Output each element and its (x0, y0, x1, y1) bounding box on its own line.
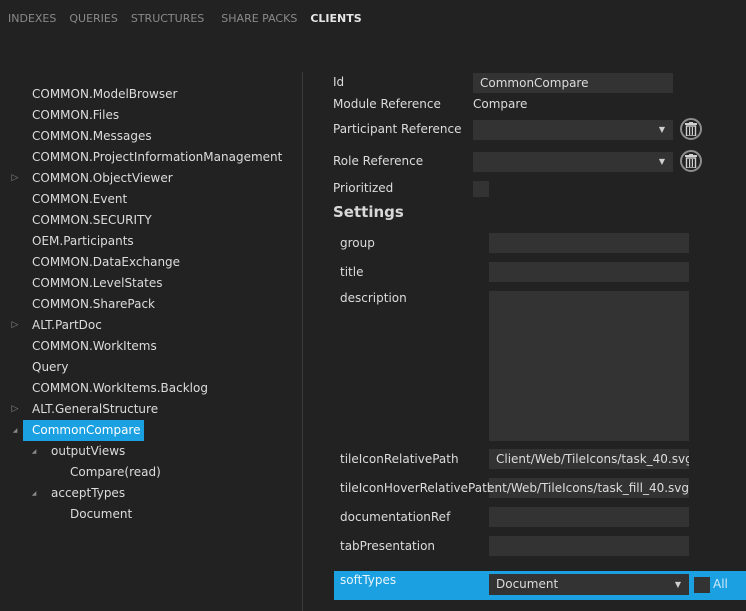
collapse-arrow-icon[interactable]: ◢ (29, 441, 39, 462)
tab-presentation-input[interactable] (489, 536, 689, 556)
tree-item[interactable]: ◢ CommonCompare (0, 420, 300, 441)
tile-icon-hover-value: Client/Web/TileIcons/task_fill_40.svg (489, 481, 689, 495)
tree-item[interactable]: ▷ ALT.GeneralStructure (0, 399, 300, 420)
chevron-down-icon: ▼ (658, 157, 665, 166)
soft-types-all-label: All (713, 577, 728, 591)
tab-indexes[interactable]: INDEXES (8, 12, 56, 25)
prioritized-label: Prioritized (333, 181, 394, 195)
prioritized-checkbox[interactable] (473, 181, 489, 197)
tree-item-label[interactable]: COMMON.Files (32, 105, 122, 126)
tree-item[interactable]: COMMON.LevelStates (0, 273, 300, 294)
tree-item[interactable]: COMMON.Event (0, 189, 300, 210)
group-label: group (340, 236, 375, 250)
tree-item-label[interactable]: COMMON.SharePack (32, 294, 158, 315)
tree-item[interactable]: COMMON.ModelBrowser (0, 84, 300, 105)
chevron-down-icon: ▼ (658, 125, 665, 134)
title-input[interactable] (489, 262, 689, 282)
pane-divider[interactable] (302, 72, 303, 611)
description-textarea[interactable] (489, 291, 689, 441)
top-nav: INDEXES QUERIES STRUCTURES SHARE PACKS C… (8, 12, 375, 25)
title-label: title (340, 265, 364, 279)
tile-icon-hover-relative-path-label: tileIconHoverRelativePath (340, 481, 495, 495)
tab-clients[interactable]: CLIENTS (310, 12, 361, 25)
tree-item-label[interactable]: COMMON.Event (32, 189, 130, 210)
tree-item-label[interactable]: COMMON.Messages (32, 126, 155, 147)
tree-item[interactable]: COMMON.SECURITY (0, 210, 300, 231)
collapse-arrow-icon[interactable]: ◢ (29, 483, 39, 504)
delete-role-reference-button[interactable] (680, 150, 702, 172)
tree-item-label[interactable]: COMMON.ModelBrowser (32, 84, 180, 105)
tree-item-label[interactable]: CommonCompare (23, 420, 145, 441)
tree-item[interactable]: COMMON.SharePack (0, 294, 300, 315)
tree-item[interactable]: ▷ COMMON.ObjectViewer (0, 168, 300, 189)
tree-item[interactable]: COMMON.Messages (0, 126, 300, 147)
tree-item-label[interactable]: acceptTypes (51, 483, 128, 504)
delete-participant-reference-button[interactable] (680, 118, 702, 140)
trash-icon (685, 154, 697, 168)
tile-icon-relative-path-label: tileIconRelativePath (340, 452, 459, 466)
tree-item-label[interactable]: COMMON.ObjectViewer (32, 168, 176, 189)
tree-item-label[interactable]: ALT.GeneralStructure (32, 399, 161, 420)
soft-types-all-checkbox[interactable] (694, 577, 710, 593)
tree-item[interactable]: ▷ ALT.PartDoc (0, 315, 300, 336)
expand-arrow-icon[interactable]: ▷ (10, 399, 20, 420)
documentation-ref-label: documentationRef (340, 510, 451, 524)
id-input[interactable]: CommonCompare (473, 73, 673, 93)
trash-icon (685, 122, 697, 136)
module-reference-value: Compare (473, 97, 528, 111)
tree-item-label[interactable]: ALT.PartDoc (32, 315, 105, 336)
client-tree: COMMON.ModelBrowser COMMON.Files COMMON.Me… (0, 84, 300, 525)
tree-item[interactable]: COMMON.WorkItems (0, 336, 300, 357)
tree-item[interactable]: COMMON.WorkItems.Backlog (0, 378, 300, 399)
module-reference-label: Module Reference (333, 97, 441, 111)
tab-queries[interactable]: QUERIES (69, 12, 117, 25)
group-input[interactable] (489, 233, 689, 253)
tree-item-label[interactable]: COMMON.LevelStates (32, 273, 165, 294)
soft-types-select[interactable]: Document ▼ (489, 574, 689, 595)
tree-item[interactable]: COMMON.ProjectInformationManagement (0, 147, 300, 168)
documentation-ref-input[interactable] (489, 507, 689, 527)
collapse-arrow-icon[interactable]: ◢ (10, 420, 20, 441)
tree-item-label[interactable]: Query (32, 357, 71, 378)
tree-item-label[interactable]: outputViews (51, 441, 128, 462)
description-label: description (340, 291, 407, 305)
tree-item[interactable]: Document (0, 504, 300, 525)
participant-reference-select[interactable]: ▼ (473, 120, 673, 140)
tree-item-label[interactable]: Compare(read) (70, 462, 164, 483)
tree-item-label[interactable]: Document (70, 504, 135, 525)
tree-item[interactable]: Compare(read) (0, 462, 300, 483)
expand-arrow-icon[interactable]: ▷ (10, 168, 20, 189)
tree-item-label[interactable]: COMMON.SECURITY (32, 210, 155, 231)
tree-item-label[interactable]: COMMON.ProjectInformationManagement (32, 147, 285, 168)
tree-item[interactable]: OEM.Participants (0, 231, 300, 252)
soft-types-label: softTypes (340, 573, 397, 587)
tab-presentation-label: tabPresentation (340, 539, 436, 553)
tree-item[interactable]: ◢ acceptTypes (0, 483, 300, 504)
expand-arrow-icon[interactable]: ▷ (10, 315, 20, 336)
tree-item-label[interactable]: COMMON.WorkItems (32, 336, 160, 357)
tree-item[interactable]: ◢ outputViews (0, 441, 300, 462)
tile-icon-hover-relative-path-input[interactable]: Client/Web/TileIcons/task_fill_40.svg (489, 478, 689, 498)
role-reference-select[interactable]: ▼ (473, 152, 673, 172)
tree-item[interactable]: COMMON.Files (0, 105, 300, 126)
tree-item-label[interactable]: OEM.Participants (32, 231, 137, 252)
soft-types-value: Document (496, 577, 559, 591)
role-reference-label: Role Reference (333, 154, 424, 168)
tree-item-label[interactable]: COMMON.WorkItems.Backlog (32, 378, 211, 399)
tile-icon-relative-path-input[interactable]: Client/Web/TileIcons/task_40.svg (489, 449, 689, 469)
tab-structures[interactable]: STRUCTURES (131, 12, 204, 25)
tree-item-label[interactable]: COMMON.DataExchange (32, 252, 183, 273)
chevron-down-icon: ▼ (674, 580, 681, 589)
tree-item[interactable]: Query (0, 357, 300, 378)
id-label: Id (333, 75, 345, 89)
tab-share-packs[interactable]: SHARE PACKS (221, 12, 297, 25)
participant-reference-label: Participant Reference (333, 122, 462, 136)
settings-heading: Settings (333, 203, 404, 221)
tree-item[interactable]: COMMON.DataExchange (0, 252, 300, 273)
